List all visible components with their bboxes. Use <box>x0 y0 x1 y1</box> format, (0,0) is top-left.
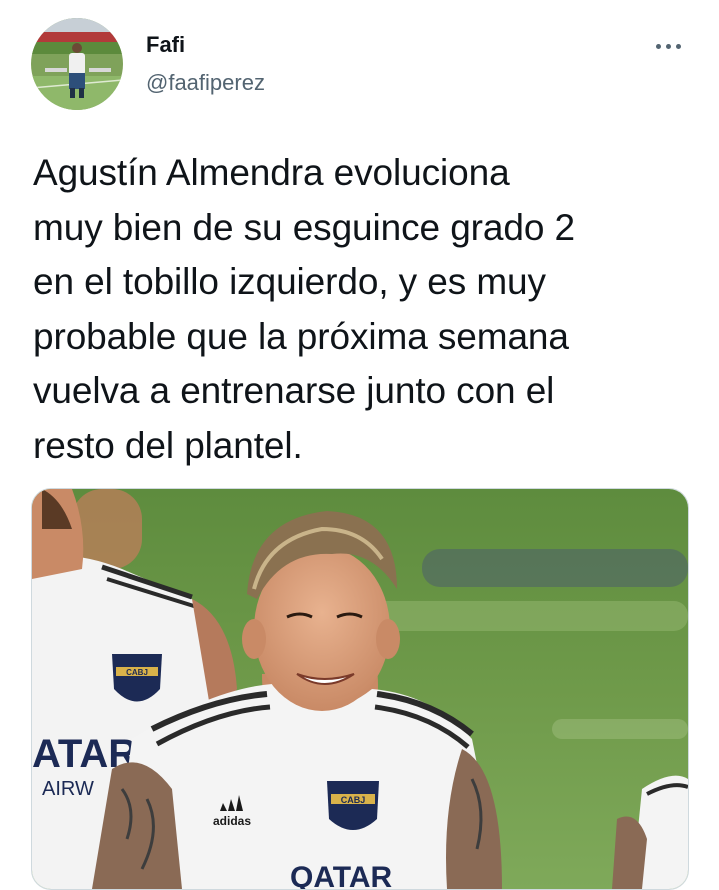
avatar[interactable] <box>31 18 123 110</box>
left-sponsor-subtext: AIRW <box>42 778 94 800</box>
more-options-button[interactable] <box>646 28 690 64</box>
tweet-text-line: muy bien de su esguince grado 2 <box>33 206 575 248</box>
tweet-text-line: Agustín Almendra evoluciona <box>33 152 510 193</box>
display-name[interactable]: Fafi <box>146 30 265 60</box>
tweet-text-line: resto del plantel. <box>33 424 303 466</box>
more-horizontal-icon <box>665 43 671 49</box>
more-horizontal-icon <box>655 43 661 49</box>
more-horizontal-icon <box>675 43 681 49</box>
tweet-text: Agustín Almendra evoluciona muy bien de … <box>33 146 693 474</box>
player-photo: CABJ ATAR AIRW CABJ adidas QATAR <box>32 489 688 889</box>
tweet-media-photo[interactable]: CABJ ATAR AIRW CABJ adidas QATAR <box>31 488 689 890</box>
tweet-text-line: en el tobillo izquierdo, y es muy <box>33 261 546 303</box>
left-crest-text: CABJ <box>126 668 148 677</box>
tweet: Fafi @faafiperez Agustín Almendra evoluc… <box>0 0 719 890</box>
main-crest-text: CABJ <box>341 795 366 805</box>
user-handle[interactable]: @faafiperez <box>146 68 265 98</box>
author-block: Fafi @faafiperez <box>146 30 265 98</box>
center-sponsor-text: QATAR <box>290 861 393 889</box>
tweet-text-line: vuelva a entrenarse junto con el <box>33 370 555 412</box>
avatar-photo <box>31 18 123 110</box>
tweet-text-line: probable que la próxima semana <box>33 315 569 357</box>
brand-text: adidas <box>213 814 251 828</box>
